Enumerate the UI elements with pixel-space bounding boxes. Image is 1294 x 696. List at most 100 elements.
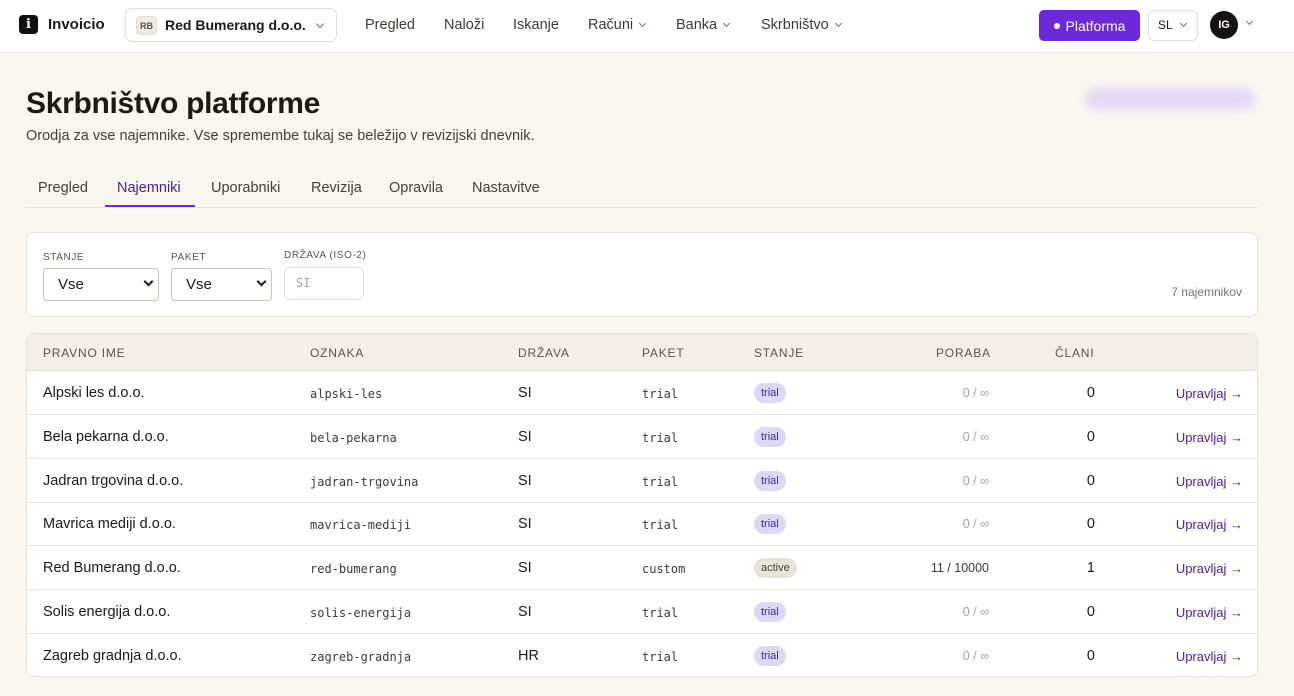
tenant-country: SI [518, 516, 532, 533]
app-name: Invoicio [48, 16, 105, 33]
language-select[interactable]: SL [1148, 10, 1198, 41]
user-menu-chevron-icon[interactable] [1245, 17, 1254, 26]
tenant-slug: alpski-les [310, 387, 383, 401]
nav-item-nalozi[interactable]: Naloži [444, 17, 484, 33]
tenant-members: 0 [1086, 472, 1095, 489]
country-filter-label: DRŽAVA (ISO-2) [284, 250, 367, 261]
chevron-down-icon [315, 19, 325, 29]
manage-tenant-link[interactable]: Upravljaj → [1176, 649, 1243, 664]
table-row: Zagreb gradnja d.o.o. zagreb-gradnja HR tri… [27, 634, 1257, 676]
status-badge: trial [754, 383, 786, 403]
tab-nastavitve[interactable]: Nastavitve [472, 180, 540, 196]
tenant-slug: zagreb-gradnja [310, 649, 412, 664]
tenant-slug: red-bumerang [310, 562, 397, 577]
tenant-members: 0 [1086, 385, 1095, 401]
filter-panel: STANJE Vse PAKET Vse DRŽAVA (ISO-2) SI 7… [26, 232, 1258, 317]
table-row: Red Bumerang d.o.o. red-bumerang SI custom a… [27, 546, 1257, 591]
column-header-state: STANJE [754, 346, 804, 360]
tenant-country: SI [518, 385, 532, 401]
org-name: Red Bumerang d.o.o. [165, 17, 306, 33]
plan-filter-label: PAKET [171, 252, 207, 263]
table-row: Solis energija d.o.o. solis-energija SI tri… [27, 590, 1257, 634]
tenant-plan: trial [642, 430, 679, 445]
manage-tenant-link[interactable]: Upravljaj → [1176, 474, 1243, 489]
table-header: PRAVNO IME OZNAKA DRŽAVA PAKET STANJE PO… [27, 334, 1257, 371]
column-header-name: PRAVNO IME [43, 346, 126, 360]
status-badge: trial [754, 645, 786, 666]
tab-bar: Pregled Najemniki Uporabniki Revizija Op… [26, 170, 1258, 208]
brand[interactable]: i Invoicio [19, 15, 105, 34]
table-row: Mavrica mediji d.o.o. mavrica-mediji SI tri… [27, 502, 1257, 547]
nav-item-banka[interactable]: Banka [676, 17, 731, 33]
tenant-members: 0 [1086, 428, 1095, 445]
chevron-down-icon [1179, 19, 1188, 28]
tenant-usage: 0 / ∞ [962, 517, 989, 532]
tenant-count: 7 najemnikov [1171, 285, 1242, 299]
manage-tenant-link[interactable]: Upravljaj → [1176, 605, 1243, 620]
tenant-members: 0 [1086, 647, 1095, 664]
table-row: Bela pekarna d.o.o. bela-pekarna SI trial tr… [27, 415, 1257, 459]
status-badge: trial [754, 426, 786, 447]
tab-najemniki[interactable]: Najemniki [117, 180, 181, 196]
tenant-name: Bela pekarna d.o.o. [43, 428, 169, 445]
tenant-name: Jadran trgovina d.o.o. [43, 472, 184, 489]
tab-pregled[interactable]: Pregled [38, 180, 88, 196]
tenant-members: 1 [1086, 560, 1095, 577]
app-logo-icon: i [19, 15, 38, 34]
tenant-plan: trial [642, 649, 679, 664]
tenant-plan: trial [642, 606, 679, 620]
tenant-name: Alpski les d.o.o. [43, 385, 145, 401]
chevron-down-icon [256, 276, 267, 287]
chevron-down-icon [834, 19, 842, 28]
manage-tenant-link[interactable]: Upravljaj → [1176, 430, 1243, 445]
dot-icon [1053, 22, 1060, 29]
organization-switcher[interactable]: RB Red Bumerang d.o.o. [125, 8, 337, 42]
nav-item-pregled[interactable]: Pregled [365, 17, 415, 33]
tenant-country: HR [518, 647, 539, 664]
tenant-usage: 11 / 10000 [930, 561, 989, 576]
column-header-slug: OZNAKA [310, 346, 365, 360]
blurred-chip [1085, 88, 1255, 110]
tenant-slug: solis-energija [310, 606, 412, 620]
chevron-down-icon [639, 19, 647, 28]
tenant-country: SI [518, 428, 532, 445]
nav-item-racuni[interactable]: Računi [588, 17, 647, 33]
tenant-plan: trial [642, 474, 679, 489]
page-subtitle: Orodja za vse najemnike. Vse spremembe t… [26, 128, 535, 144]
tenant-slug: mavrica-mediji [310, 518, 412, 533]
user-avatar[interactable]: IG [1210, 11, 1238, 39]
tenant-usage: 0 / ∞ [962, 648, 989, 663]
country-filter-input[interactable]: SI [284, 267, 364, 300]
chevron-down-icon [723, 19, 731, 28]
plan-filter-select[interactable]: Vse [171, 268, 272, 301]
state-filter-label: STANJE [43, 252, 85, 263]
nav-item-skrbnistvo[interactable]: Skrbništvo [761, 17, 842, 33]
platform-button[interactable]: Platforma [1039, 10, 1140, 41]
tab-uporabniki[interactable]: Uporabniki [211, 180, 280, 196]
column-header-plan: PAKET [642, 346, 685, 360]
status-badge: trial [754, 514, 786, 535]
org-badge: RB [136, 15, 157, 35]
status-badge: trial [754, 602, 786, 622]
tab-revizija[interactable]: Revizija [311, 180, 362, 196]
manage-tenant-link[interactable]: Upravljaj → [1176, 386, 1243, 401]
page-title: Skrbništvo platforme [26, 87, 321, 120]
nav-item-iskanje[interactable]: Iskanje [513, 17, 559, 33]
tenant-plan: trial [642, 387, 679, 401]
state-filter-select[interactable]: Vse [43, 268, 159, 301]
tenant-name: Zagreb gradnja d.o.o. [43, 647, 182, 664]
tenant-members: 0 [1086, 516, 1095, 533]
column-header-country: DRŽAVA [518, 346, 570, 360]
tenant-plan: custom [642, 562, 686, 577]
column-header-usage: PORABA [936, 346, 991, 360]
table-row: Jadran trgovina d.o.o. jadran-trgovina SI t… [27, 459, 1257, 503]
status-badge: trial [754, 470, 786, 491]
tenant-usage: 0 / ∞ [962, 386, 989, 400]
tenant-slug: jadran-trgovina [310, 474, 419, 489]
active-tab-indicator [105, 205, 195, 207]
manage-tenant-link[interactable]: Upravljaj → [1176, 517, 1243, 532]
table-row: Alpski les d.o.o. alpski-les SI trial trial 0… [27, 371, 1257, 415]
top-navbar: i Invoicio RB Red Bumerang d.o.o. Pregle… [0, 0, 1294, 53]
manage-tenant-link[interactable]: Upravljaj → [1176, 561, 1243, 576]
tab-opravila[interactable]: Opravila [389, 180, 443, 196]
